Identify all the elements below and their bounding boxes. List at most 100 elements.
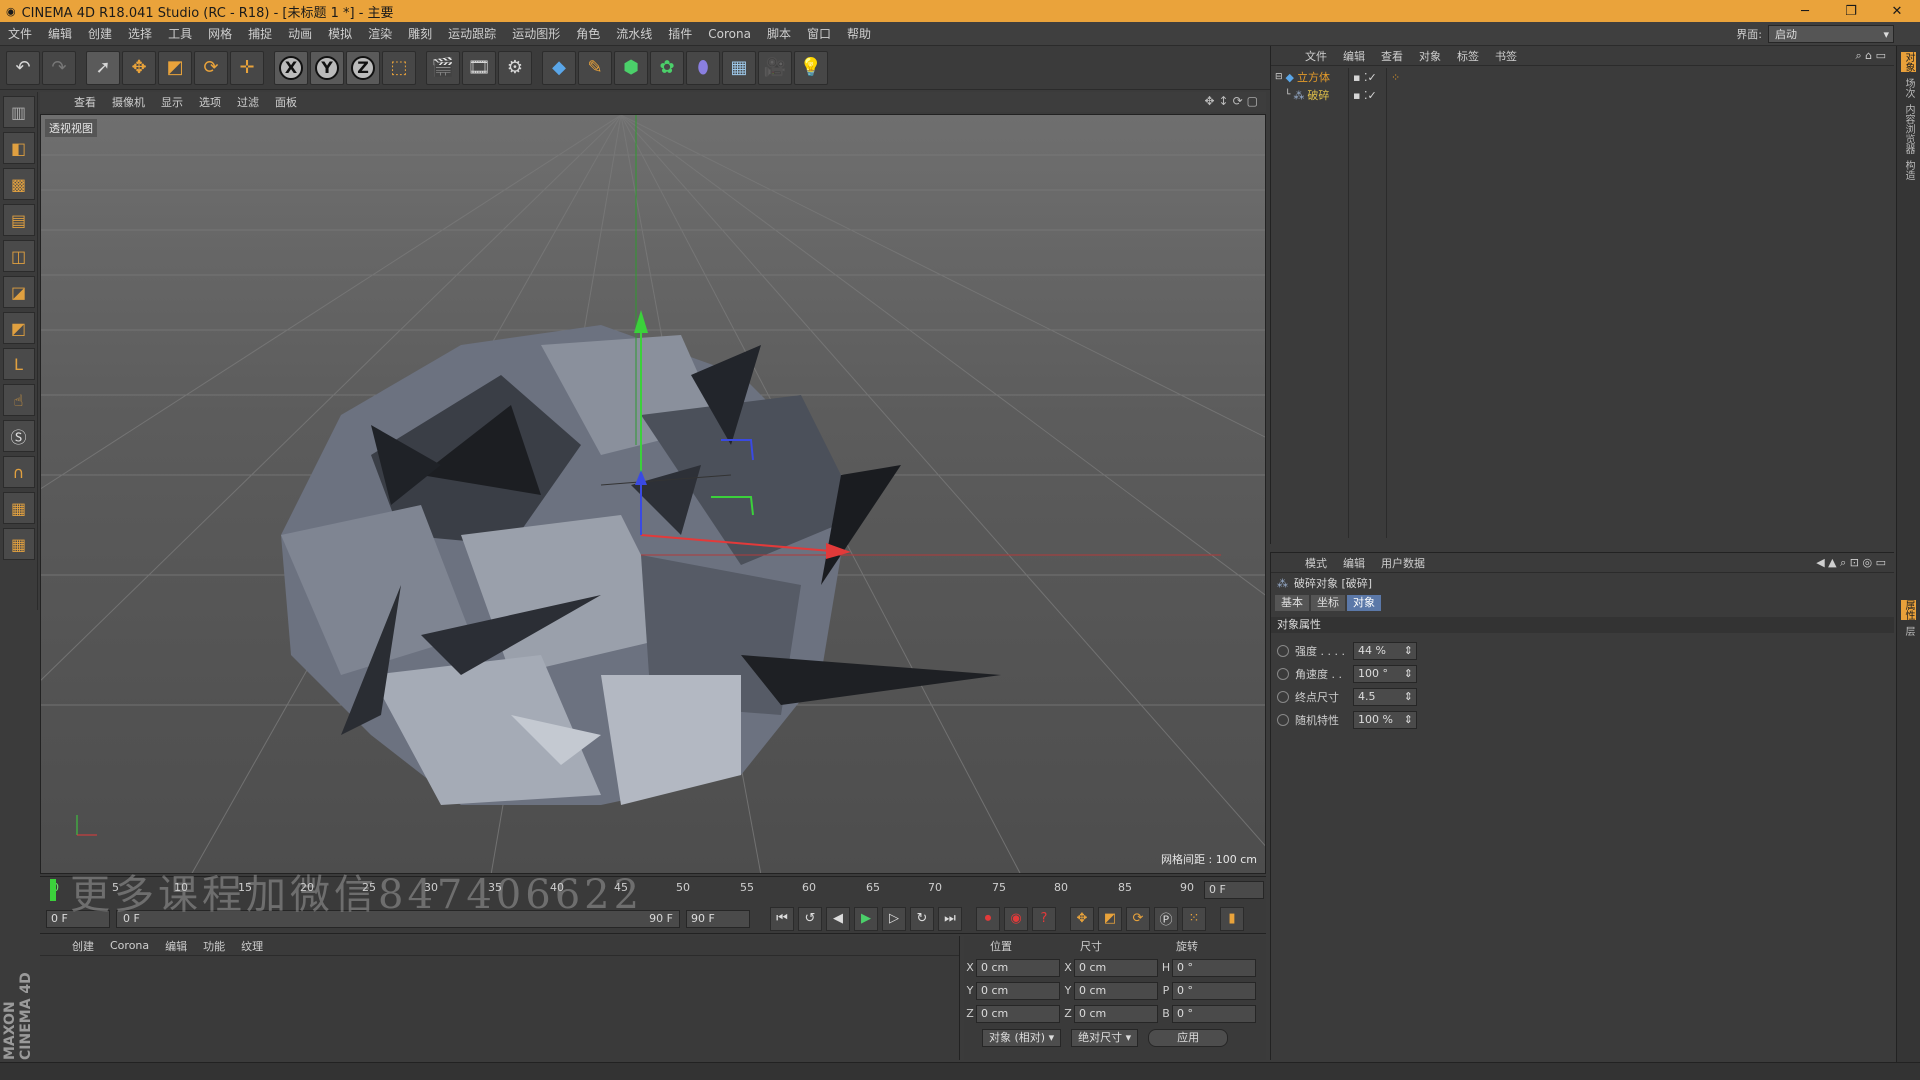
attribute-menu-userdata[interactable]: 用户数据 <box>1373 555 1433 571</box>
scale-button[interactable]: ◩ <box>158 50 192 85</box>
planar-workplane-button[interactable]: ▦ <box>2 528 35 560</box>
position-x-field[interactable]: 0 cm <box>976 958 1060 977</box>
menu-select[interactable]: 选择 <box>120 25 160 42</box>
animate-radio[interactable] <box>1277 667 1289 680</box>
close-button[interactable]: ✕ <box>1874 4 1920 19</box>
position-y-field[interactable]: 0 cm <box>976 981 1060 1000</box>
object-menu-bookmarks[interactable]: 书签 <box>1487 48 1525 64</box>
y-axis-button[interactable]: Y <box>310 50 344 85</box>
render-view-button[interactable]: 🎬 <box>426 50 460 85</box>
keyframe-selection-button[interactable]: ? <box>1032 906 1056 931</box>
tab-attributes[interactable]: 属性 <box>1901 600 1916 620</box>
menu-render[interactable]: 渲染 <box>360 25 400 42</box>
viewport-nav-icons[interactable]: ✥↕⟳▢ <box>1204 94 1262 108</box>
end-size-field[interactable]: 4.5 ⇕ <box>1353 687 1417 706</box>
redo-button[interactable]: ↷ <box>42 50 76 85</box>
attribute-menu-mode[interactable]: 模式 <box>1297 555 1335 571</box>
key-rotation-button[interactable]: ⟳ <box>1126 906 1150 931</box>
size-mode-dropdown[interactable]: 绝对尺寸 ▾ <box>1071 1029 1139 1047</box>
object-flags[interactable]: ▪ ⁚✓ <box>1349 86 1386 104</box>
go-to-end-button[interactable]: ⏭ <box>938 906 962 931</box>
key-pla-button[interactable]: ⁙ <box>1182 906 1206 931</box>
points-mode-button[interactable]: ◫ <box>2 240 35 272</box>
attribute-nav-icons[interactable]: ◀ ▲ ⌕ ⊡ ◎ ▭ <box>1808 556 1894 570</box>
menu-help[interactable]: 帮助 <box>839 25 879 42</box>
end-frame-field[interactable]: 90 F <box>686 909 750 928</box>
cube-button[interactable]: ◆ <box>542 50 576 85</box>
menu-window[interactable]: 窗口 <box>799 25 839 42</box>
randomness-field[interactable]: 100 % ⇕ <box>1353 710 1417 729</box>
stepper-icon[interactable]: ⇕ <box>1404 712 1413 728</box>
texture-mode-button[interactable]: ▩ <box>2 168 35 200</box>
subdivision-button[interactable]: ⬢ <box>614 50 648 85</box>
tab-basic[interactable]: 基本 <box>1275 595 1309 611</box>
magnet-button[interactable]: ∩ <box>2 456 35 488</box>
menu-corona[interactable]: Corona <box>700 27 759 41</box>
stepper-icon[interactable]: ⇕ <box>1404 666 1413 682</box>
object-menu-objects[interactable]: 对象 <box>1411 48 1449 64</box>
apply-button[interactable]: 应用 <box>1148 1029 1229 1047</box>
material-menu-create[interactable]: 创建 <box>64 938 102 954</box>
lock-workplane-button[interactable]: ▦ <box>2 492 35 524</box>
object-tag[interactable]: ⁘ <box>1391 68 1400 86</box>
x-axis-button[interactable]: X <box>274 50 308 85</box>
tab-objects[interactable]: 对象 <box>1901 52 1916 72</box>
polygons-mode-button[interactable]: ◩ <box>2 312 35 344</box>
previous-frame-button[interactable]: ◀ <box>826 906 850 931</box>
live-select-button[interactable]: ➚ <box>86 50 120 85</box>
viewport-menu-camera[interactable]: 摄像机 <box>104 94 153 110</box>
key-position-button[interactable]: ✥ <box>1070 906 1094 931</box>
strength-field[interactable]: 44 % ⇕ <box>1353 641 1417 660</box>
stepper-icon[interactable]: ⇕ <box>1404 643 1413 659</box>
viewport-menu-options[interactable]: 选项 <box>191 94 229 110</box>
undo-button[interactable]: ↶ <box>6 50 40 85</box>
timeline-window-button[interactable]: ▮ <box>1220 906 1244 931</box>
render-settings-button[interactable]: ⚙ <box>498 50 532 85</box>
rotation-h-field[interactable]: 0 ° <box>1172 958 1256 977</box>
menu-character[interactable]: 角色 <box>568 25 608 42</box>
coordinate-system-button[interactable]: ⬚ <box>382 50 416 85</box>
light-button[interactable]: 💡 <box>794 50 828 85</box>
object-row-shatter[interactable]: └ ⁂ 破碎 <box>1271 86 1348 104</box>
perspective-viewport[interactable]: 透视视图 网格间距 : 100 cm <box>40 114 1266 874</box>
tweak-mode-button[interactable]: ☝ <box>2 384 35 416</box>
menu-sculpt[interactable]: 雕刻 <box>400 25 440 42</box>
object-row-cube[interactable]: ⊟ ◆ 立方体 <box>1271 68 1348 86</box>
menu-pipeline[interactable]: 流水线 <box>608 25 660 42</box>
axis-mode-button[interactable]: L <box>2 348 35 380</box>
transform-button[interactable]: ✛ <box>230 50 264 85</box>
menu-snap[interactable]: 捕捉 <box>240 25 280 42</box>
mograph-cloner-button[interactable]: ✿ <box>650 50 684 85</box>
maximize-button[interactable]: ❐ <box>1828 4 1874 19</box>
rotation-p-field[interactable]: 0 ° <box>1172 981 1256 1000</box>
menu-simulate[interactable]: 模拟 <box>320 25 360 42</box>
viewport-menu-display[interactable]: 显示 <box>153 94 191 110</box>
model-mode-button[interactable]: ◧ <box>2 132 35 164</box>
record-button[interactable]: ⏺ <box>976 906 1000 931</box>
material-menu-corona[interactable]: Corona <box>102 939 157 952</box>
next-key-button[interactable]: ↻ <box>910 906 934 931</box>
object-menu-file[interactable]: 文件 <box>1297 48 1335 64</box>
visibility-dots-icon[interactable]: ▪ ⁚✓ <box>1353 71 1377 84</box>
menu-motion-tracking[interactable]: 运动跟踪 <box>440 25 504 42</box>
visibility-dots-icon[interactable]: ▪ ⁚✓ <box>1353 89 1377 102</box>
tab-takes[interactable]: 场次 <box>1901 78 1916 98</box>
animate-radio[interactable] <box>1277 713 1289 726</box>
rotation-b-field[interactable]: 0 ° <box>1172 1004 1256 1023</box>
animate-radio[interactable] <box>1277 644 1289 657</box>
next-frame-button[interactable]: ▷ <box>882 906 906 931</box>
material-menu-texture[interactable]: 纹理 <box>233 938 271 954</box>
workplane-button[interactable]: ▤ <box>2 204 35 236</box>
viewport-menu-panel[interactable]: 面板 <box>267 94 305 110</box>
camera-button[interactable]: 🎥 <box>758 50 792 85</box>
play-button[interactable]: ▶ <box>854 906 878 931</box>
stepper-icon[interactable]: ⇕ <box>1404 689 1413 705</box>
render-picture-viewer-button[interactable]: 🎞 <box>462 50 496 85</box>
tab-object[interactable]: 对象 <box>1347 595 1381 611</box>
tab-layers[interactable]: 层 <box>1901 626 1916 636</box>
size-y-field[interactable]: 0 cm <box>1074 981 1158 1000</box>
animate-radio[interactable] <box>1277 690 1289 703</box>
rotate-button[interactable]: ⟳ <box>194 50 228 85</box>
menu-create[interactable]: 创建 <box>80 25 120 42</box>
current-frame-field[interactable]: 0 F <box>1204 881 1264 899</box>
